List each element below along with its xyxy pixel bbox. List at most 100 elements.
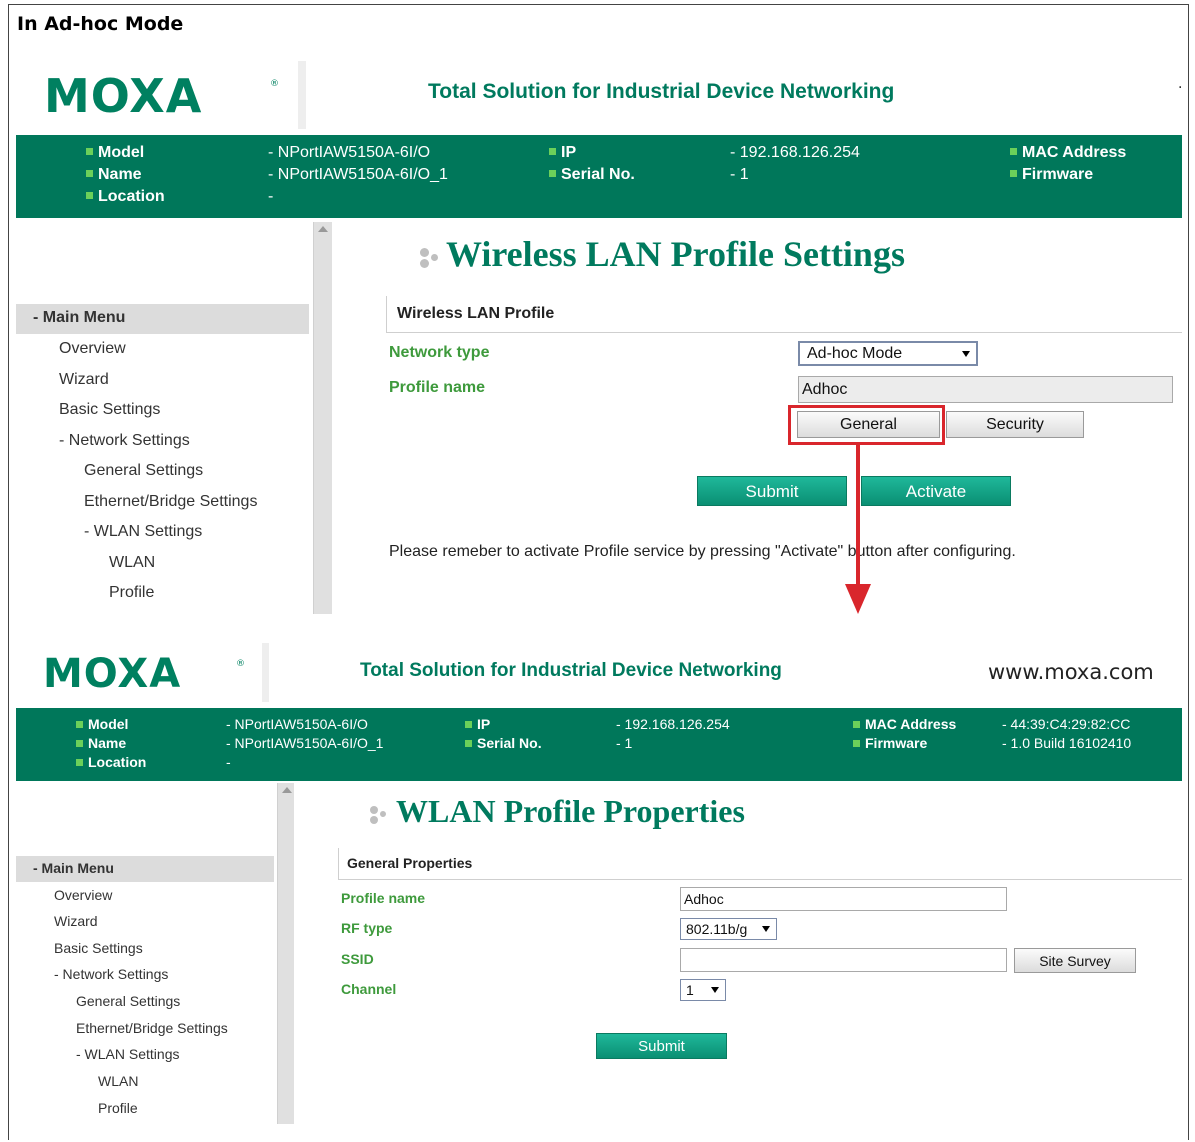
- document-title: In Ad-hoc Mode: [17, 13, 184, 35]
- submit-button-2[interactable]: Submit: [596, 1033, 727, 1059]
- security-tab-button[interactable]: Security: [946, 411, 1084, 438]
- model-label-2: Model: [76, 716, 128, 732]
- site-survey-button[interactable]: Site Survey: [1014, 948, 1136, 973]
- rf-type-select[interactable]: 802.11b/g: [680, 918, 777, 940]
- ssid-label: SSID: [341, 951, 374, 967]
- menu-item-basic-settings[interactable]: Basic Settings: [59, 401, 160, 419]
- mac-label: MAC Address: [1010, 144, 1126, 162]
- dropdown-arrow-icon: [962, 350, 970, 357]
- moxa-logo: MOXA ®: [17, 61, 305, 129]
- menu-item-overview-2[interactable]: Overview: [54, 887, 112, 903]
- menu-item-wizard-2[interactable]: Wizard: [54, 913, 98, 929]
- profile-name-label: Profile name: [389, 379, 486, 396]
- network-type-value: Ad-hoc Mode: [807, 345, 903, 362]
- location-value-2: -: [226, 754, 231, 770]
- annotation-highlight-box: [788, 405, 945, 445]
- serial-label: Serial No.: [549, 166, 635, 184]
- submit-button[interactable]: Submit: [697, 476, 847, 506]
- bullet-icon: [853, 739, 860, 747]
- firmware-label-2: Firmware: [853, 735, 927, 751]
- moxa-logo-2: MOXA ®: [17, 643, 269, 702]
- channel-label: Channel: [341, 981, 397, 997]
- sidebar-scrollbar-2[interactable]: [277, 783, 294, 1124]
- model-label: Model: [86, 144, 144, 162]
- name-label-2: Name: [76, 735, 126, 751]
- ip-label: IP: [549, 144, 576, 162]
- menu-item-wlan-settings-2[interactable]: - WLAN Settings: [76, 1046, 179, 1062]
- activate-button[interactable]: Activate: [861, 476, 1011, 506]
- serial-value: - 1: [730, 166, 749, 183]
- menu-item-profile-2[interactable]: Profile: [98, 1100, 138, 1116]
- menu-item-ethernet-bridge-settings-2[interactable]: Ethernet/Bridge Settings: [76, 1020, 228, 1036]
- bullet-icon: [76, 758, 83, 766]
- bullet-icon: [549, 170, 556, 178]
- location-label: Location: [86, 188, 165, 206]
- sidebar-scrollbar[interactable]: [313, 222, 332, 614]
- device-info-bar: Model - NPortIAW5150A-6I/O Name - NPortI…: [16, 135, 1182, 218]
- serial-value-2: - 1: [616, 735, 633, 751]
- bullet-icon: [86, 170, 93, 178]
- tagline-2: Total Solution for Industrial Device Net…: [360, 660, 782, 681]
- serial-label-2: Serial No.: [465, 735, 542, 751]
- ip-label-2: IP: [465, 716, 490, 732]
- dropdown-arrow-icon: [762, 926, 770, 932]
- section-general-properties: General Properties: [338, 848, 1182, 880]
- website-link[interactable]: www.moxa.com: [988, 660, 1154, 684]
- sidebar-2: - Main Menu Overview Wizard Basic Settin…: [16, 781, 295, 1124]
- channel-select[interactable]: 1: [680, 979, 726, 1001]
- annotation-arrow-line: [856, 445, 860, 585]
- page-title-2: WLAN Profile Properties: [370, 793, 745, 830]
- logo-shade-2: [262, 643, 269, 702]
- profile-name-input-2[interactable]: Adhoc: [680, 887, 1007, 911]
- menu-item-ethernet-bridge-settings[interactable]: Ethernet/Bridge Settings: [84, 493, 257, 511]
- logo-registered-mark-2: ®: [236, 659, 245, 669]
- heading-dots-icon: [370, 803, 392, 827]
- name-value-2: - NPortIAW5150A-6I/O_1: [226, 735, 384, 751]
- menu-item-overview[interactable]: Overview: [59, 340, 126, 358]
- menu-item-wizard[interactable]: Wizard: [59, 371, 109, 389]
- main-menu-header[interactable]: - Main Menu: [16, 304, 309, 334]
- firmware-label: Firmware: [1010, 166, 1093, 184]
- sidebar: - Main Menu Overview Wizard Basic Settin…: [16, 218, 332, 614]
- website-link-fragment[interactable]: ·: [1178, 80, 1182, 96]
- location-value: -: [268, 188, 274, 205]
- bullet-icon: [86, 192, 93, 200]
- scroll-up-icon[interactable]: [282, 787, 292, 793]
- bullet-icon: [1010, 170, 1017, 178]
- location-label-2: Location: [76, 754, 146, 770]
- menu-item-basic-settings-2[interactable]: Basic Settings: [54, 940, 143, 956]
- channel-value: 1: [686, 982, 694, 998]
- model-value: - NPortIAW5150A-6I/O: [268, 144, 431, 161]
- network-type-select[interactable]: Ad-hoc Mode: [798, 341, 978, 366]
- network-type-label: Network type: [389, 344, 490, 361]
- model-value-2: - NPortIAW5150A-6I/O: [226, 716, 368, 732]
- mac-label-2: MAC Address: [853, 716, 956, 732]
- firmware-value-2: - 1.0 Build 16102410: [1002, 735, 1132, 751]
- profile-name-field[interactable]: Adhoc: [798, 376, 1173, 403]
- bullet-icon: [465, 739, 472, 747]
- menu-item-wlan-settings[interactable]: - WLAN Settings: [84, 523, 202, 541]
- bullet-icon: [465, 720, 472, 728]
- scroll-up-icon[interactable]: [318, 226, 328, 232]
- menu-item-wlan[interactable]: WLAN: [109, 554, 155, 572]
- tagline: Total Solution for Industrial Device Net…: [428, 80, 895, 103]
- device-info-bar-2: Model - NPortIAW5150A-6I/O Name - NPortI…: [16, 708, 1182, 781]
- menu-item-general-settings[interactable]: General Settings: [84, 462, 203, 480]
- menu-item-wlan-2[interactable]: WLAN: [98, 1073, 138, 1089]
- bullet-icon: [853, 720, 860, 728]
- bullet-icon: [76, 739, 83, 747]
- ip-value-2: - 192.168.126.254: [616, 716, 730, 732]
- menu-item-network-settings[interactable]: - Network Settings: [59, 432, 190, 450]
- main-menu-header-2[interactable]: - Main Menu: [16, 856, 274, 882]
- menu-item-network-settings-2[interactable]: - Network Settings: [54, 966, 168, 982]
- activation-note: Please remeber to activate Profile servi…: [389, 543, 1016, 560]
- logo-text: MOXA: [44, 69, 203, 123]
- menu-item-general-settings-2[interactable]: General Settings: [76, 993, 180, 1009]
- ssid-input[interactable]: [680, 948, 1007, 972]
- ip-value: - 192.168.126.254: [730, 144, 860, 161]
- menu-item-profile[interactable]: Profile: [109, 584, 154, 602]
- rf-type-label: RF type: [341, 920, 393, 936]
- name-label: Name: [86, 166, 142, 184]
- section-wireless-lan-profile: Wireless LAN Profile: [386, 296, 1182, 333]
- logo-shade: [298, 61, 306, 129]
